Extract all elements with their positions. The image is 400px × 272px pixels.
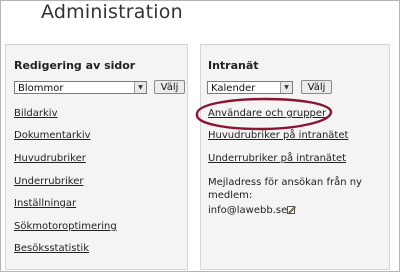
- edit-pencil-icon[interactable]: [287, 205, 296, 214]
- link-subheadings[interactable]: Underrubriker: [14, 176, 83, 187]
- link-main-headings[interactable]: Huvudrubriker: [14, 153, 86, 164]
- page-title: Administration: [41, 1, 183, 23]
- page-select-value: Blommor: [18, 83, 64, 94]
- email-label-line1: Mejladress för ansökan från ny: [208, 177, 362, 188]
- intranet-select[interactable]: Kalender ▼: [207, 81, 293, 94]
- link-seo[interactable]: Sökmotoroptimering: [14, 221, 117, 232]
- intranet-heading: Intranät: [208, 59, 259, 72]
- intranet-panel: Intranät Kalender ▼ Välj Användare och g…: [200, 44, 390, 270]
- page-editing-heading: Redigering av sidor: [14, 59, 136, 72]
- email-value: info@lawebb.se: [208, 205, 288, 216]
- link-settings[interactable]: Inställningar: [14, 198, 76, 209]
- page-editing-panel: Redigering av sidor Blommor ▼ Välj Bilda…: [5, 44, 188, 270]
- intranet-select-go-button[interactable]: Välj: [301, 80, 332, 94]
- link-visitor-statistics[interactable]: Besöksstatistik: [14, 243, 89, 254]
- link-intranet-subheadings[interactable]: Underrubriker på intranätet: [208, 153, 346, 164]
- link-image-archive[interactable]: Bildarkiv: [14, 108, 58, 119]
- highlight-annotation: [195, 97, 333, 131]
- chevron-down-icon[interactable]: ▼: [134, 82, 146, 93]
- chevron-down-icon[interactable]: ▼: [280, 82, 292, 93]
- intranet-select-value: Kalender: [211, 83, 256, 94]
- email-label: Mejladress för ansökan från ny medlem:: [208, 176, 362, 202]
- page-select-go-button[interactable]: Välj: [154, 80, 185, 94]
- email-label-line2: medlem:: [208, 190, 253, 201]
- page-select[interactable]: Blommor ▼: [14, 81, 147, 94]
- link-document-archive[interactable]: Dokumentarkiv: [14, 130, 91, 141]
